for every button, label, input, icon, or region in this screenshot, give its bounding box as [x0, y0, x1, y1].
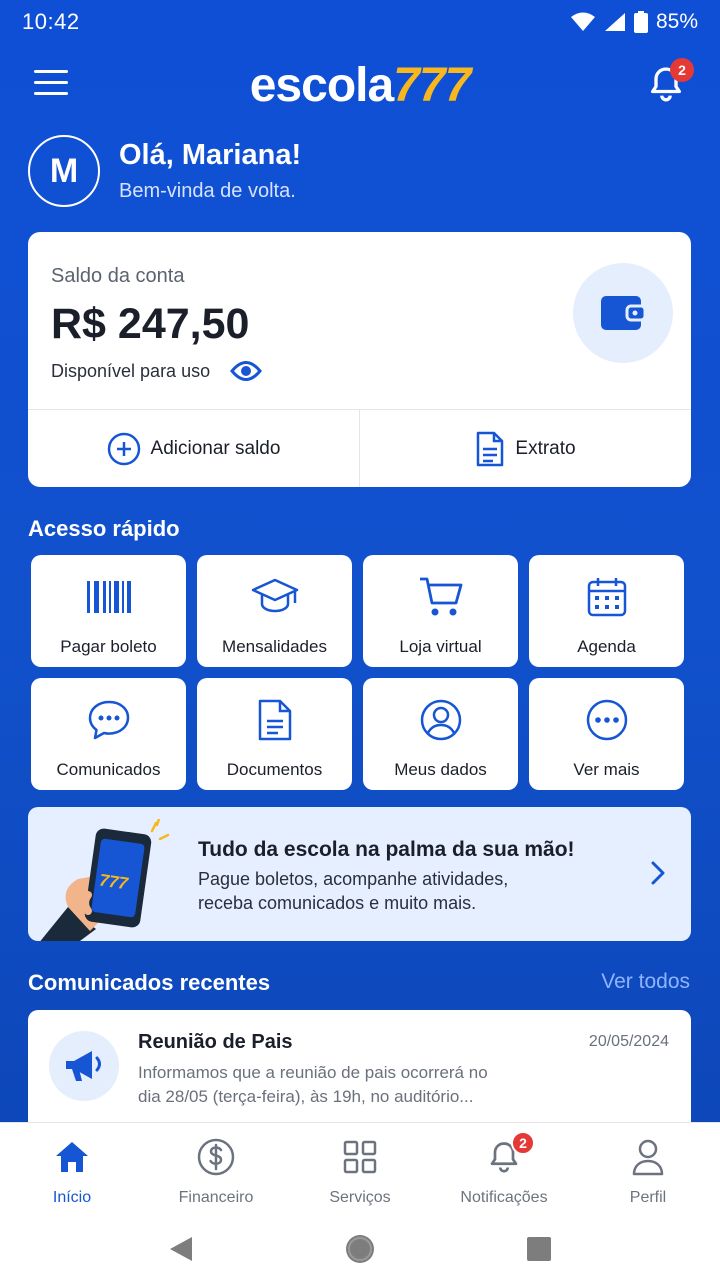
quick-label: Loja virtual [399, 637, 482, 656]
menu-icon-line [34, 92, 68, 95]
notifications-button[interactable]: 2 [646, 58, 694, 104]
nav-profile[interactable]: Perfil [576, 1123, 720, 1218]
balance-label: Saldo da conta [51, 265, 185, 287]
eye-icon[interactable] [230, 360, 263, 382]
quick-access-title: Acesso rápido [28, 516, 180, 541]
nav-home[interactable]: Início [0, 1123, 144, 1218]
status-time: 10:42 [22, 9, 80, 34]
quick-my-data[interactable]: Meus dados [363, 678, 518, 790]
recents-icon[interactable] [526, 1236, 552, 1262]
app-header: escola777 2 [0, 50, 720, 120]
battery-percent: 85% [655, 10, 698, 33]
nav-label: Financeiro [178, 1189, 254, 1206]
news-body: Informamos que a reunião de pais ocorrer… [138, 1061, 538, 1109]
quick-calendar[interactable]: Agenda [529, 555, 684, 667]
quick-label: Ver mais [573, 760, 640, 779]
more-icon [585, 698, 629, 742]
megaphone-icon [49, 1031, 119, 1101]
nav-label: Perfil [629, 1189, 667, 1206]
person-icon [631, 1137, 665, 1177]
menu-icon-line [34, 81, 68, 84]
balance-available: Disponível para uso [51, 360, 263, 382]
status-bar: 10:42 85% [0, 0, 720, 44]
see-all-link[interactable]: Ver todos [601, 970, 690, 994]
barcode-icon [86, 575, 132, 619]
greeting: M Olá, Mariana! Bem-vinda de volta. [28, 135, 301, 207]
quick-see-more[interactable]: Ver mais [529, 678, 684, 790]
quick-access-grid: Pagar boleto Mensalidades Loja virtual A… [31, 555, 684, 790]
system-nav-bar [0, 1218, 720, 1280]
greeting-subtitle: Bem-vinda de volta. [119, 180, 296, 202]
quick-announcements[interactable]: Comunicados [31, 678, 186, 790]
add-balance-label: Adicionar saldo [150, 437, 281, 459]
app-logo: escola777 [249, 58, 472, 113]
statement-button[interactable]: Extrato [359, 410, 691, 487]
greeting-text: Olá, Mariana! Bem-vinda de volta. [119, 139, 301, 203]
grid-icon [342, 1137, 378, 1177]
news-card[interactable]: Reunião de Pais 20/05/2024 Informamos qu… [28, 1010, 691, 1140]
quick-pay-bill[interactable]: Pagar boleto [31, 555, 186, 667]
nav-notifications[interactable]: 2 Notificações [432, 1123, 576, 1218]
wifi-icon [570, 12, 595, 31]
dollar-icon [197, 1137, 235, 1177]
notification-badge: 2 [511, 1131, 535, 1155]
promo-title: Tudo da escola na palma da sua mão! [198, 838, 575, 861]
news-line: dia 28/05 (terça-feira), às 19h, no audi… [138, 1087, 474, 1106]
balance-actions: Adicionar saldo Extrato [28, 409, 691, 487]
avatar[interactable]: M [28, 135, 100, 207]
document-icon [257, 698, 293, 742]
add-balance-button[interactable]: Adicionar saldo [28, 410, 359, 487]
greeting-title: Olá, Mariana! [119, 139, 302, 171]
status-icons: 85% [570, 10, 698, 34]
nav-label: Serviços [329, 1189, 391, 1206]
document-icon [477, 431, 504, 466]
quick-label: Comunicados [56, 760, 161, 779]
news-date: 20/05/2024 [588, 1033, 669, 1050]
home-circle-icon[interactable] [344, 1233, 376, 1265]
balance-value: R$ 247,50 [51, 300, 250, 348]
logo-text: escola [249, 58, 394, 112]
quick-tuition[interactable]: Mensalidades [197, 555, 352, 667]
quick-label: Pagar boleto [60, 637, 157, 656]
cart-icon [418, 575, 464, 619]
bottom-nav: Início Financeiro Serviços 2 Notificaçõe… [0, 1122, 720, 1218]
statement-label: Extrato [515, 437, 576, 459]
news-title: Reunião de Pais [138, 1031, 293, 1053]
plus-circle-icon [107, 432, 140, 465]
menu-icon [34, 70, 68, 73]
nav-services[interactable]: Serviços [288, 1123, 432, 1218]
quick-label: Meus dados [394, 760, 487, 779]
quick-store[interactable]: Loja virtual [363, 555, 518, 667]
back-icon[interactable] [168, 1235, 194, 1263]
user-circle-icon [419, 698, 463, 742]
nav-finance[interactable]: Financeiro [144, 1123, 288, 1218]
graduation-cap-icon [250, 575, 300, 619]
logo-number: 777 [393, 58, 471, 112]
home-icon [54, 1137, 90, 1177]
balance-available-label: Disponível para uso [51, 360, 211, 381]
balance-card: Saldo da conta R$ 247,50 Disponível para… [28, 232, 691, 487]
phone-hand-illustration: 777 [40, 819, 170, 941]
menu-button[interactable] [34, 70, 68, 98]
quick-label: Documentos [226, 760, 323, 779]
chevron-right-icon [651, 861, 665, 885]
quick-label: Mensalidades [222, 637, 327, 656]
calendar-icon [586, 575, 628, 619]
signal-icon [604, 13, 625, 31]
wallet-icon [573, 263, 673, 363]
quick-label: Agenda [577, 637, 636, 656]
chat-icon [87, 698, 131, 742]
quick-documents[interactable]: Documentos [197, 678, 352, 790]
nav-label: Início [52, 1189, 92, 1206]
promo-line: receba comunicados e muito mais. [198, 893, 477, 913]
news-line: Informamos que a reunião de pais ocorrer… [138, 1063, 488, 1082]
battery-icon [633, 11, 648, 33]
promo-text: Pague boletos, acompanhe atividades, rec… [198, 867, 558, 915]
promo-line: Pague boletos, acompanhe atividades, [198, 869, 509, 889]
recent-title: Comunicados recentes [28, 970, 271, 995]
nav-label: Notificações [460, 1189, 548, 1206]
promo-banner[interactable]: 777 Tudo da escola na palma da sua mão! … [28, 807, 691, 941]
notification-badge: 2 [670, 58, 694, 82]
